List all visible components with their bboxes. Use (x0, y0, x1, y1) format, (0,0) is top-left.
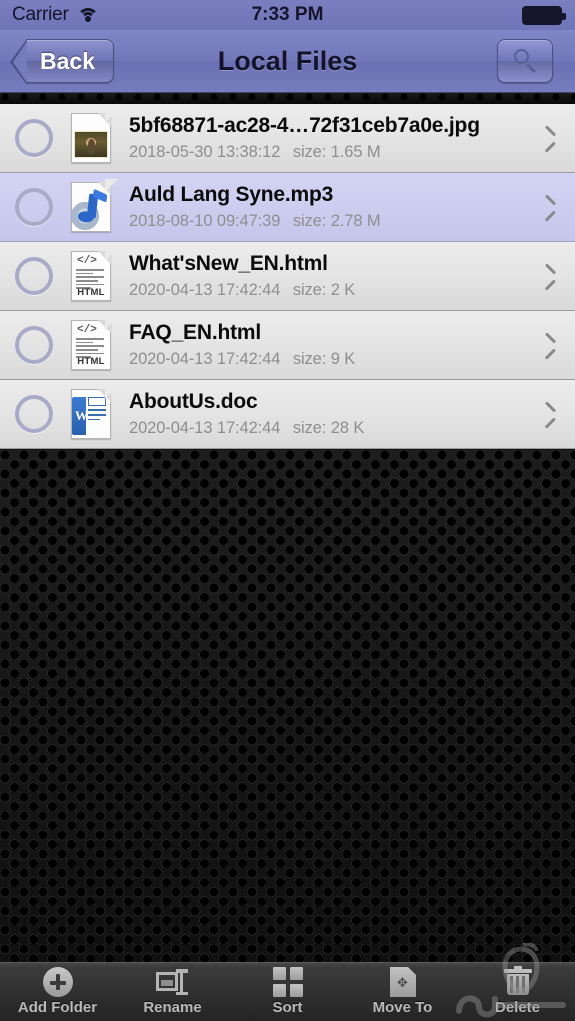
trash-icon (501, 966, 535, 997)
delete-button[interactable]: Delete (460, 963, 575, 1021)
row-checkbox[interactable] (15, 119, 53, 157)
html-tag-glyph: </> (77, 255, 97, 267)
sort-button[interactable]: Sort (230, 963, 345, 1021)
status-bar: Carrier 7:33 PM (0, 0, 575, 30)
chevron-right-icon[interactable] (540, 400, 557, 429)
row-text: What'sNew_EN.html 2020-04-13 17:42:44 si… (129, 252, 540, 300)
html-icon-label: HTML (77, 287, 105, 298)
row-checkbox[interactable] (15, 326, 53, 364)
row-text: AboutUs.doc 2020-04-13 17:42:44 size: 28… (129, 390, 540, 438)
nav-bar: Back Local Files (0, 30, 575, 93)
html-icon-label: HTML (77, 356, 105, 367)
delete-label: Delete (494, 999, 541, 1016)
move-to-button[interactable]: ✥ Move To (345, 963, 460, 1021)
row-text: 5bf68871-ac28-4…72f31ceb7a0e.jpg 2018-05… (129, 114, 540, 162)
file-list: 5bf68871-ac28-4…72f31ceb7a0e.jpg 2018-05… (0, 104, 575, 449)
file-size: size: 9 K (292, 350, 356, 368)
file-date: 2018-05-30 13:38:12 (129, 143, 281, 161)
chevron-right-icon[interactable] (540, 193, 557, 222)
file-name: 5bf68871-ac28-4…72f31ceb7a0e.jpg (129, 114, 480, 137)
table-row[interactable]: </> HTML What'sNew_EN.html 2020-04-13 17… (0, 242, 575, 311)
perforated-divider (0, 93, 575, 104)
move-to-label: Move To (372, 999, 433, 1016)
file-date: 2020-04-13 17:42:44 (129, 419, 281, 437)
row-checkbox[interactable] (15, 395, 53, 433)
move-to-icon: ✥ (386, 967, 420, 997)
file-date: 2020-04-13 17:42:44 (129, 350, 281, 368)
row-text: FAQ_EN.html 2020-04-13 17:42:44 size: 9 … (129, 321, 540, 369)
rename-icon (155, 967, 190, 997)
add-folder-icon (41, 967, 75, 997)
rename-label: Rename (143, 999, 202, 1016)
search-button[interactable] (497, 39, 553, 83)
file-name: AboutUs.doc (129, 390, 258, 413)
battery-icon (522, 5, 566, 25)
chevron-right-icon[interactable] (540, 331, 557, 360)
file-name: FAQ_EN.html (129, 321, 261, 344)
add-folder-button[interactable]: Add Folder (0, 963, 115, 1021)
file-meta: 2020-04-13 17:42:44 size: 28 K (129, 419, 540, 438)
clock-label: 7:33 PM (251, 4, 324, 25)
table-row[interactable]: 5bf68871-ac28-4…72f31ceb7a0e.jpg 2018-05… (0, 104, 575, 173)
row-checkbox[interactable] (15, 257, 53, 295)
empty-area-background (0, 450, 575, 962)
move-arrows-glyph: ✥ (397, 975, 408, 990)
file-meta: 2020-04-13 17:42:44 size: 2 K (129, 281, 540, 300)
file-meta: 2018-08-10 09:47:39 size: 2.78 M (129, 212, 540, 231)
file-size: size: 2.78 M (292, 212, 381, 230)
row-checkbox[interactable] (15, 188, 53, 226)
file-size: size: 1.65 M (292, 143, 381, 161)
back-button[interactable]: Back (10, 39, 114, 85)
file-name: Auld Lang Syne.mp3 (129, 183, 334, 206)
html-file-icon: </> HTML (65, 317, 118, 372)
table-row[interactable]: Auld Lang Syne.mp3 2018-08-10 09:47:39 s… (0, 173, 575, 242)
search-icon (512, 48, 538, 74)
file-meta: 2018-05-30 13:38:12 size: 1.65 M (129, 143, 540, 162)
word-file-icon: W (65, 386, 118, 441)
chevron-right-icon[interactable] (540, 262, 557, 291)
app-screen: Carrier 7:33 PM Back Local Files 5bf6887… (0, 0, 575, 1021)
bottom-toolbar: Add Folder Rename Sort ✥ Move To Delete (0, 943, 575, 1021)
add-folder-label: Add Folder (17, 999, 98, 1016)
file-meta: 2020-04-13 17:42:44 size: 9 K (129, 350, 540, 369)
html-tag-glyph: </> (77, 324, 97, 336)
table-row[interactable]: W AboutUs.doc 2020-04-13 17:42:44 size: … (0, 380, 575, 449)
file-date: 2020-04-13 17:42:44 (129, 281, 281, 299)
rename-button[interactable]: Rename (115, 963, 230, 1021)
sort-label: Sort (272, 999, 303, 1016)
back-button-label: Back (40, 47, 95, 74)
file-size: size: 2 K (292, 281, 356, 299)
html-file-icon: </> HTML (65, 248, 118, 303)
file-name: What'sNew_EN.html (129, 252, 328, 275)
chevron-right-icon[interactable] (540, 124, 557, 153)
audio-file-icon (65, 179, 118, 234)
sort-grid-icon (271, 967, 305, 997)
image-file-icon (65, 110, 118, 165)
file-size: size: 28 K (292, 419, 365, 437)
row-text: Auld Lang Syne.mp3 2018-08-10 09:47:39 s… (129, 183, 540, 231)
table-row[interactable]: </> HTML FAQ_EN.html 2020-04-13 17:42:44… (0, 311, 575, 380)
word-icon-letter: W (75, 408, 88, 423)
file-date: 2018-08-10 09:47:39 (129, 212, 281, 230)
